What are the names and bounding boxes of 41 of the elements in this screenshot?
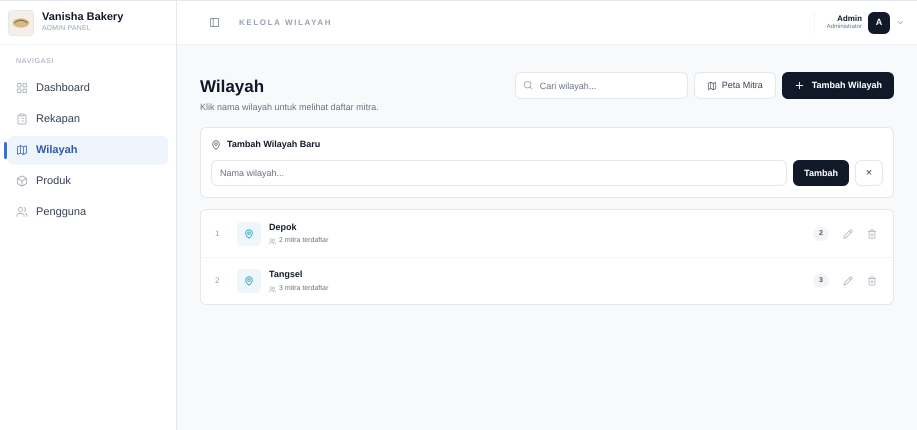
region-icon <box>237 222 261 246</box>
region-name[interactable]: Tangsel <box>269 268 328 282</box>
region-icon <box>237 269 261 294</box>
page-heading: KELOLA WILAYAH <box>239 16 332 28</box>
map-icon <box>706 80 717 90</box>
close-button[interactable]: × <box>855 160 883 186</box>
users-icon <box>269 286 276 292</box>
sidebar-item[interactable]: Pengguna <box>8 198 168 226</box>
sidebar-item[interactable]: Dashboard <box>8 74 168 102</box>
region-name[interactable]: Depok <box>269 220 328 234</box>
card-title: Tambah Wilayah Baru <box>227 138 320 151</box>
row-number: 2 <box>215 275 220 288</box>
logo-icon <box>8 10 34 36</box>
submit-button[interactable]: Tambah <box>793 160 849 186</box>
region-name-field[interactable]: Nama wilayah... <box>211 160 788 186</box>
user-name: Admin <box>837 14 862 24</box>
edit-icon[interactable] <box>843 228 853 239</box>
grid-icon <box>16 82 28 94</box>
sidebar-toggle-icon[interactable] <box>209 17 220 28</box>
brand-name: Vanisha Bakery <box>42 11 124 25</box>
delete-icon[interactable] <box>867 276 877 286</box>
edit-icon[interactable] <box>843 276 853 286</box>
avatar[interactable]: A <box>868 12 890 34</box>
search-field[interactable]: Cari wilayah... <box>514 72 688 99</box>
clipboard-icon <box>16 113 28 125</box>
box-icon <box>16 175 28 187</box>
users-icon <box>16 206 28 218</box>
delete-icon[interactable] <box>867 228 877 239</box>
add-region-button[interactable]: Tambah Wilayah <box>782 72 894 99</box>
map-button[interactable]: Peta Mitra <box>694 72 776 99</box>
page-title: Wilayah <box>200 76 266 98</box>
chevron-down-icon[interactable] <box>896 18 905 27</box>
plus-icon <box>794 80 805 91</box>
row-number: 1 <box>215 228 220 240</box>
users-icon <box>269 238 276 245</box>
search-icon <box>522 80 533 90</box>
pin-icon <box>211 140 221 150</box>
page-subtitle: Klik nama wilayah untuk melihat daftar mitra. <box>200 101 379 114</box>
sidebar-item[interactable]: Rekapan <box>8 104 168 134</box>
sidebar-item[interactable]: Produk <box>8 166 168 196</box>
map-icon <box>16 144 28 156</box>
